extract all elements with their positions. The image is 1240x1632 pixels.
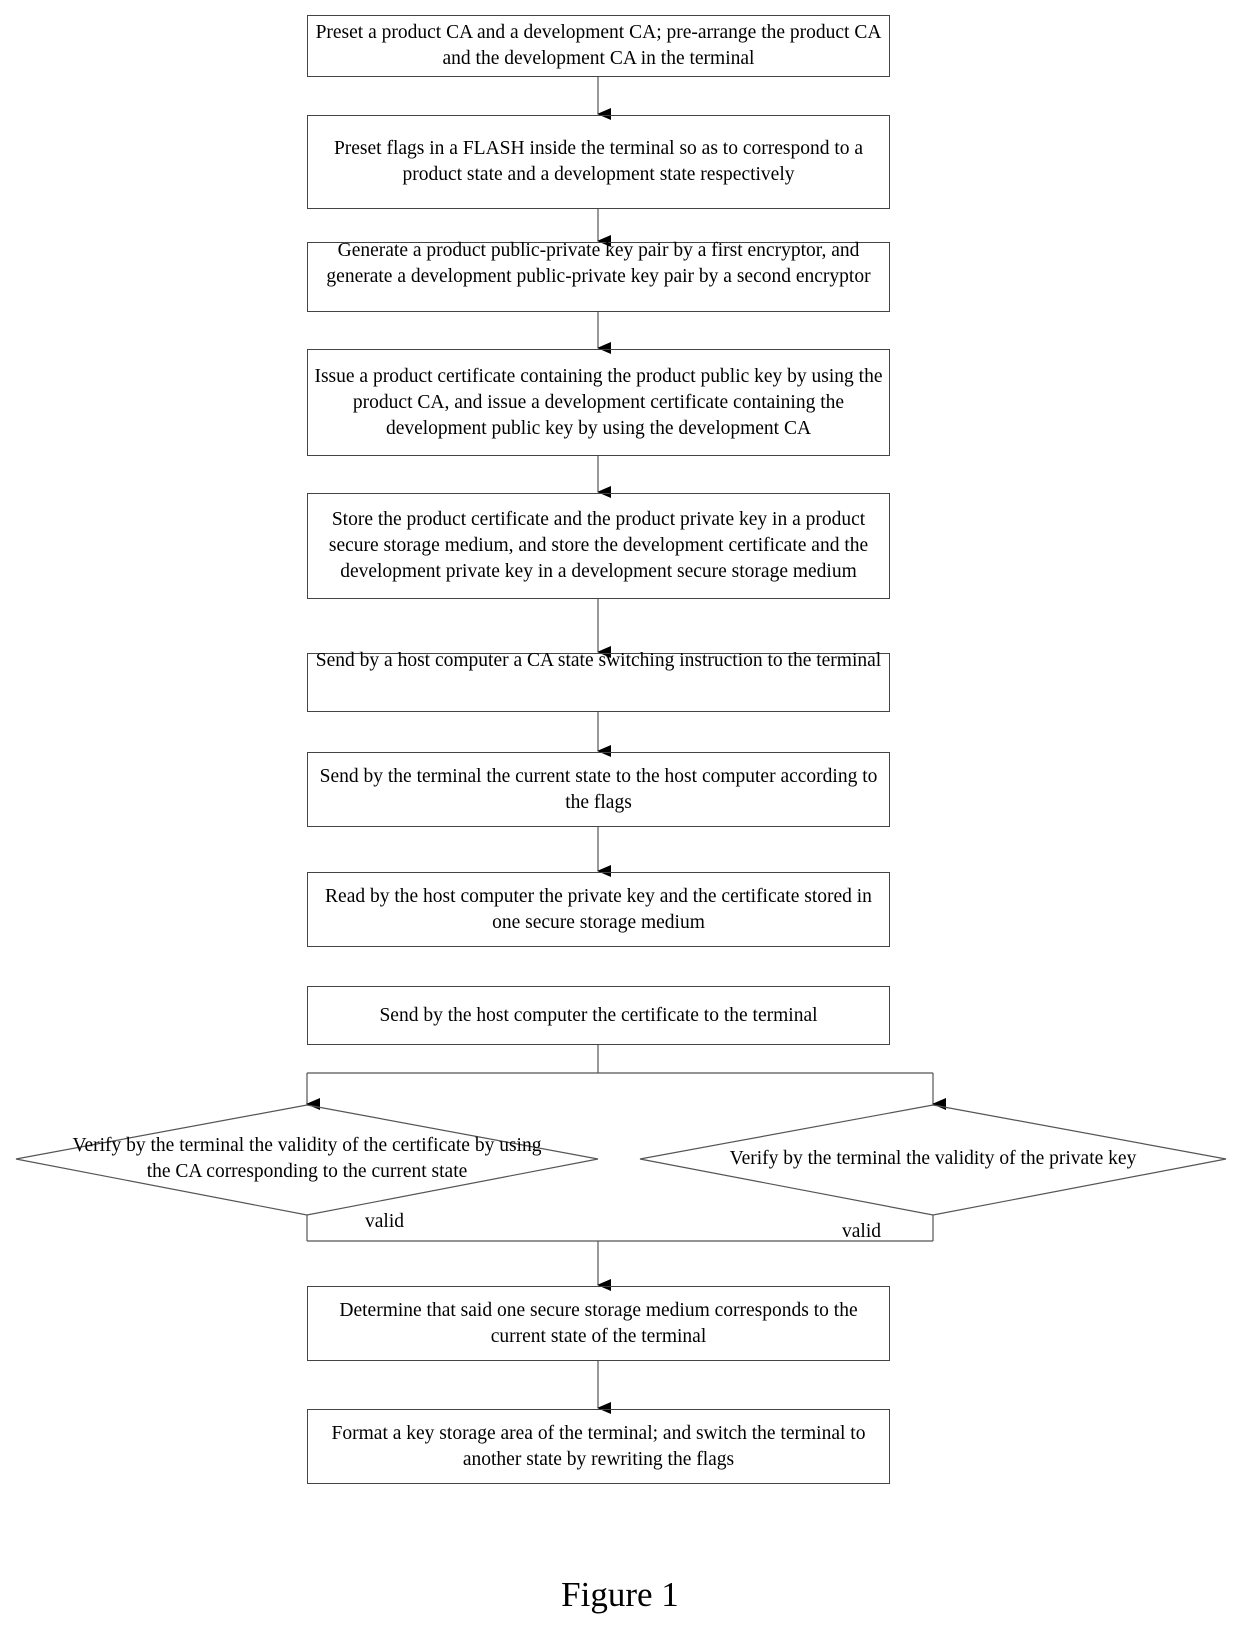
figure-caption: Figure 1 <box>561 1575 679 1614</box>
step-format-and-switch: Format a key storage area of the termina… <box>307 1409 890 1484</box>
step-send-certificate: Send by the host computer the certificat… <box>307 986 890 1045</box>
step-send-switch-instruction: Send by a host computer a CA state switc… <box>307 650 890 712</box>
decision-private-key-text: Verify by the terminal the validity of t… <box>729 1148 1137 1169</box>
decision-certificate-text: Verify by the terminal the validity of t… <box>72 1135 542 1182</box>
step-read-private-key: Read by the host computer the private ke… <box>307 872 890 947</box>
step-issue-certificates: Issue a product certificate containing t… <box>307 349 890 456</box>
step-send-current-state: Send by the terminal the current state t… <box>307 752 890 827</box>
step-generate-keys: Generate a product public-private key pa… <box>307 240 890 312</box>
branch-label-valid-right: valid <box>842 1221 881 1242</box>
step-store-certificates: Store the product certificate and the pr… <box>307 493 890 599</box>
step-determine-medium: Determine that said one secure storage m… <box>307 1286 890 1361</box>
step-preset-flags: Preset flags in a FLASH inside the termi… <box>307 115 890 209</box>
step-preset-ca: Preset a product CA and a development CA… <box>307 15 890 77</box>
branch-label-valid-left: valid <box>365 1211 404 1232</box>
